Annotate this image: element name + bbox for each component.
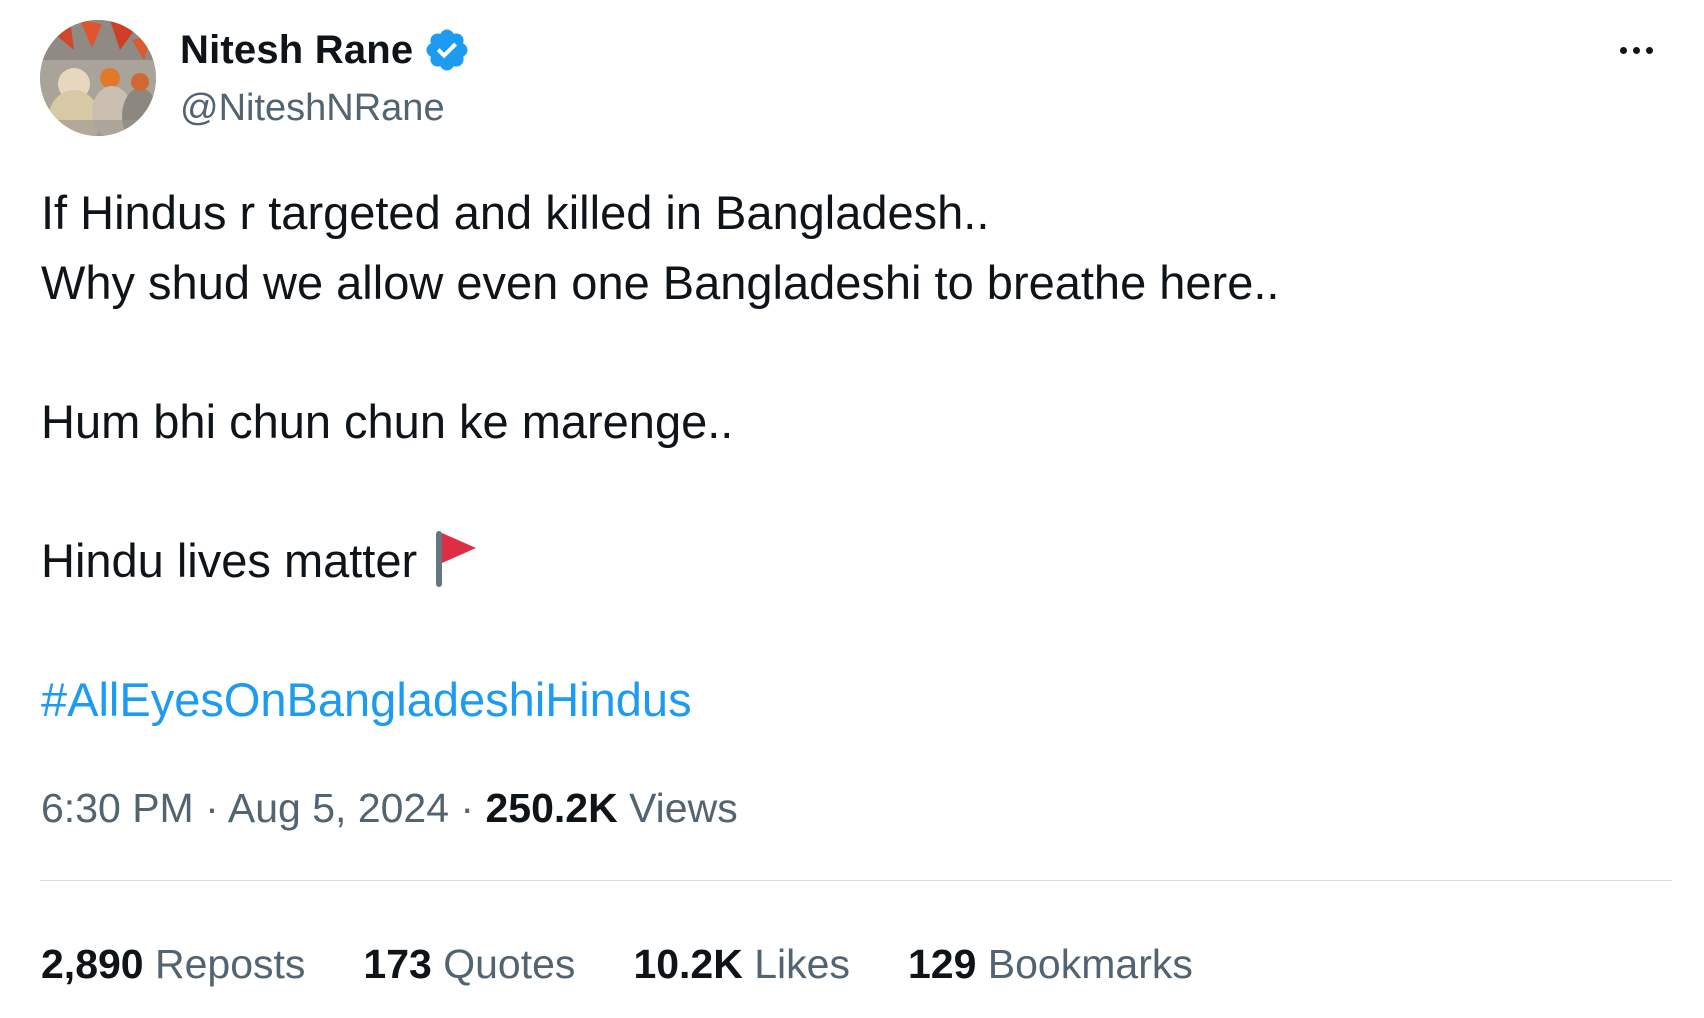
tweet-date[interactable]: Aug 5, 2024 — [228, 785, 449, 831]
reposts-count: 2,890 — [41, 941, 144, 987]
likes-stat[interactable]: 10.2K Likes — [633, 936, 850, 992]
tweet-line-4-row: Hindu lives matter — [41, 526, 1641, 596]
quotes-stat[interactable]: 173 Quotes — [363, 936, 575, 992]
author-handle[interactable]: @NiteshNRane — [180, 84, 445, 132]
likes-label: Likes — [742, 941, 850, 987]
verified-badge-icon[interactable] — [423, 26, 471, 74]
quotes-label: Quotes — [431, 941, 576, 987]
tweet-card: Nitesh Rane @NiteshNRane If Hindus r tar… — [0, 0, 1704, 1018]
meta-separator: · — [449, 785, 486, 831]
tweet-line-2: Why shud we allow even one Bangladeshi t… — [41, 256, 1280, 309]
tweet-text: If Hindus r targeted and killed in Bangl… — [41, 178, 1641, 735]
views-label: Views — [617, 785, 738, 831]
views-count: 250.2K — [485, 785, 618, 831]
tweet-line-1: If Hindus r targeted and killed in Bangl… — [41, 186, 990, 239]
reposts-stat[interactable]: 2,890 Reposts — [41, 936, 305, 992]
engagement-stats: 2,890 Reposts 173 Quotes 10.2K Likes 129… — [41, 936, 1193, 992]
author-name-row: Nitesh Rane — [180, 24, 471, 76]
tweet-line-3: Hum bhi chun chun ke marenge.. — [41, 395, 734, 448]
tweet-time[interactable]: 6:30 PM — [41, 785, 194, 831]
author-avatar[interactable] — [40, 20, 156, 136]
tweet-meta: 6:30 PM · Aug 5, 2024 · 250.2K Views — [41, 780, 738, 836]
red-flag-emoji-icon — [434, 529, 478, 589]
bookmarks-stat[interactable]: 129 Bookmarks — [908, 936, 1193, 992]
avatar-photo-icon — [40, 20, 156, 136]
likes-count: 10.2K — [633, 941, 743, 987]
reposts-label: Reposts — [143, 941, 306, 987]
quotes-count: 173 — [363, 941, 432, 987]
meta-separator: · — [193, 785, 228, 831]
author-display-name[interactable]: Nitesh Rane — [180, 28, 413, 73]
hashtag-link[interactable]: #AllEyesOnBangladeshiHindus — [41, 673, 692, 726]
tweet-line-4: Hindu lives matter — [41, 534, 418, 587]
bookmarks-label: Bookmarks — [976, 941, 1193, 987]
tweet-hashtag-row: #AllEyesOnBangladeshiHindus — [41, 665, 1641, 735]
divider — [40, 880, 1672, 881]
more-options-icon[interactable] — [1604, 36, 1668, 64]
bookmarks-count: 129 — [907, 941, 977, 987]
